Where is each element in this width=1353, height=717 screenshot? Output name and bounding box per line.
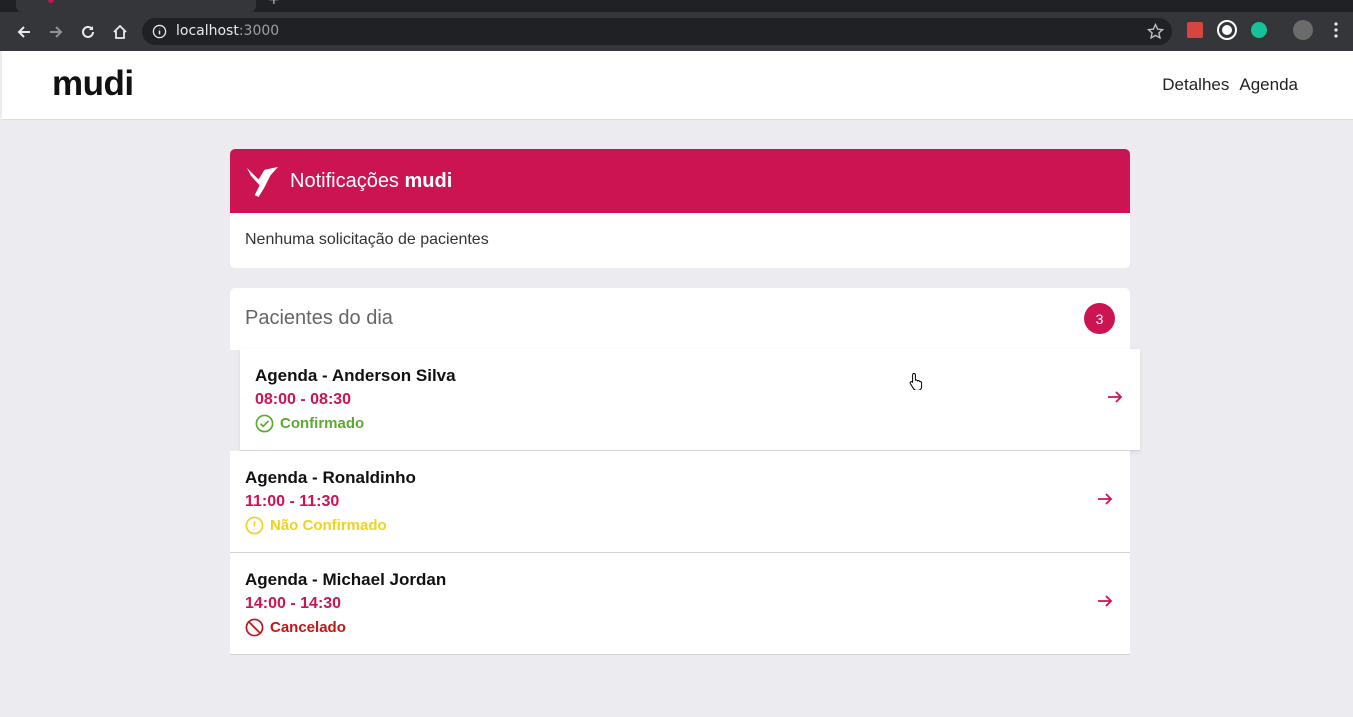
hand-cursor-icon	[909, 372, 923, 390]
patients-card-header: Pacientes do dia 3	[230, 288, 1130, 350]
patients-count-badge: 3	[1084, 303, 1115, 334]
home-icon[interactable]	[104, 12, 136, 51]
alert-circle-icon	[245, 516, 264, 535]
extension-icon[interactable]	[1185, 20, 1205, 40]
appointment-name: Agenda - Michael Jordan	[245, 570, 447, 589]
check-circle-icon	[255, 414, 274, 433]
appointment-item[interactable]: Agenda - Anderson Silva 08:00 - 08:30 Co…	[240, 349, 1140, 451]
appointment-name: Agenda - Ronaldinho	[245, 468, 416, 487]
notifications-header: Notificações mudi	[230, 149, 1130, 213]
brand-logo[interactable]: mudi	[52, 64, 134, 104]
notifications-card: Notificações mudi Nenhuma solicitação de…	[230, 149, 1130, 268]
browser-tab[interactable]	[16, 0, 256, 12]
info-icon[interactable]	[152, 24, 167, 39]
arrow-right-icon[interactable]	[1105, 387, 1125, 407]
appointment-time: 08:00 - 08:30	[255, 391, 352, 408]
browser-toolbar: localhost:3000	[0, 12, 1353, 51]
appointment-item[interactable]: Agenda - Michael Jordan 14:00 - 14:30 Ca…	[230, 553, 1130, 655]
nav-links: Detalhes Agenda	[1162, 75, 1298, 95]
forward-icon[interactable]	[40, 12, 72, 51]
menu-icon[interactable]	[1326, 20, 1346, 40]
bird-logo-icon	[246, 166, 279, 197]
patients-title: Pacientes do dia	[245, 307, 393, 329]
appointment-item[interactable]: Agenda - Ronaldinho 11:00 - 11:30 Não Co…	[230, 451, 1130, 553]
appointment-time: 14:00 - 14:30	[245, 595, 342, 612]
tab-favicon-icon	[48, 0, 54, 3]
appointment-status: Confirmado	[255, 414, 364, 433]
new-tab-icon[interactable]: +	[268, 0, 280, 8]
reload-icon[interactable]	[72, 12, 104, 51]
address-bar[interactable]: localhost:3000	[142, 18, 1172, 45]
url-text: localhost:3000	[176, 23, 280, 39]
browser-tabstrip: +	[0, 0, 1353, 12]
arrow-right-icon[interactable]	[1095, 591, 1115, 611]
appointment-name: Agenda - Anderson Silva	[255, 366, 456, 385]
notifications-title: Notificações mudi	[290, 169, 453, 192]
back-icon[interactable]	[8, 12, 40, 51]
appointment-time: 11:00 - 11:30	[245, 493, 340, 510]
nav-link-detalhes[interactable]: Detalhes	[1162, 75, 1229, 95]
nav-link-agenda[interactable]: Agenda	[1239, 75, 1298, 95]
github-icon[interactable]	[1217, 20, 1237, 40]
bookmark-star-icon[interactable]	[1147, 23, 1164, 40]
arrow-right-icon[interactable]	[1095, 489, 1115, 509]
grammarly-icon[interactable]	[1249, 20, 1269, 40]
ban-icon	[245, 618, 264, 637]
notifications-message: Nenhuma solicitação de pacientes	[245, 231, 489, 248]
appointment-status: Cancelado	[245, 618, 346, 637]
profile-avatar[interactable]	[1293, 20, 1313, 40]
appointment-status: Não Confirmado	[245, 516, 387, 535]
site-navbar: mudi Detalhes Agenda	[2, 51, 1353, 120]
